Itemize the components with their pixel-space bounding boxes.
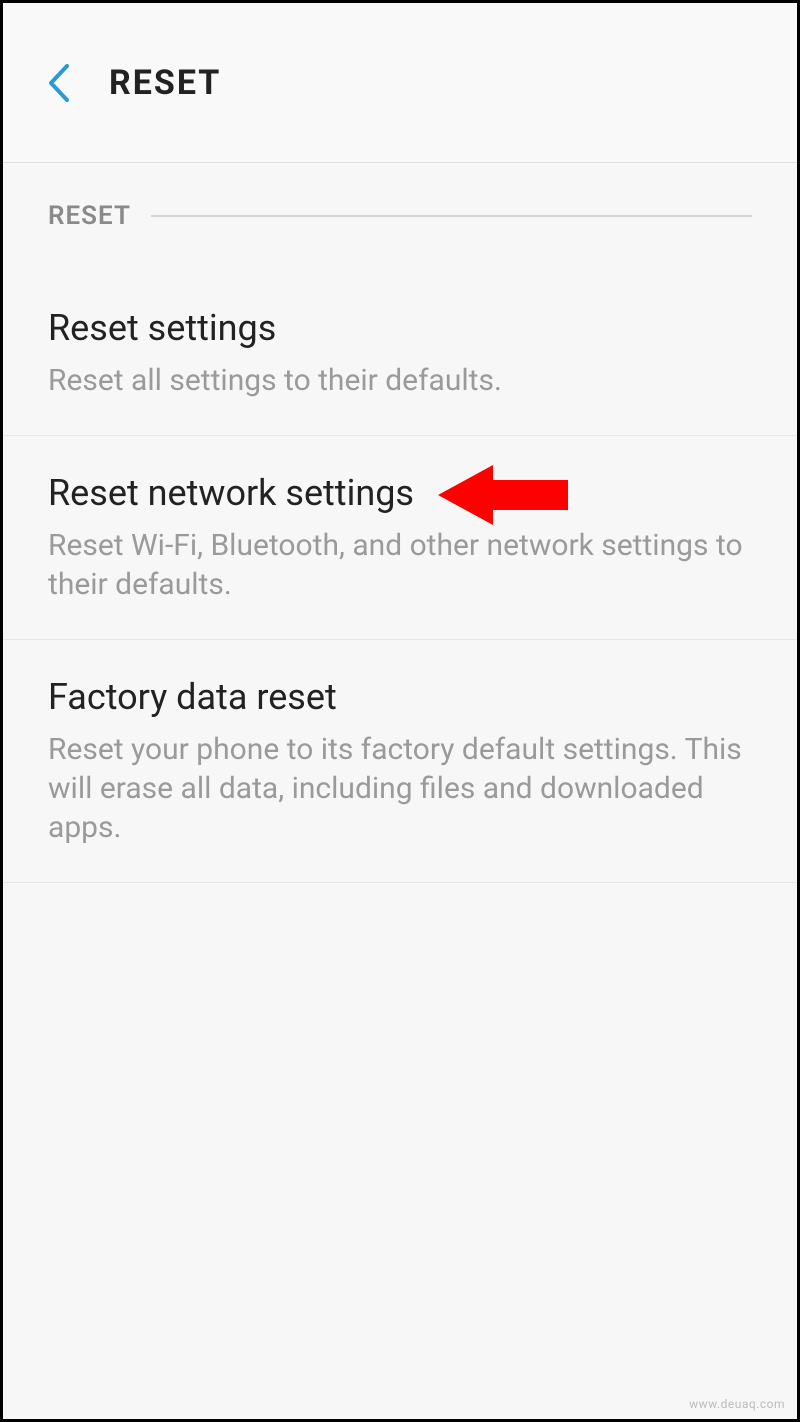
page-title: RESET: [109, 63, 221, 103]
item-desc: Reset all settings to their defaults.: [48, 361, 752, 400]
back-icon[interactable]: [45, 62, 71, 104]
item-title: Reset settings: [48, 306, 752, 351]
list-item-reset-network-settings[interactable]: Reset network settings Reset Wi-Fi, Blue…: [3, 436, 797, 640]
list-item-factory-data-reset[interactable]: Factory data reset Reset your phone to i…: [3, 640, 797, 883]
section-header: RESET: [3, 163, 797, 231]
header-bar: RESET: [3, 3, 797, 163]
item-desc: Reset your phone to its factory default …: [48, 730, 752, 847]
section-divider: [151, 215, 752, 217]
watermark-text: www.deuaq.com: [689, 1397, 785, 1411]
item-title: Reset network settings: [48, 471, 752, 516]
item-title: Factory data reset: [48, 675, 752, 720]
section-label: RESET: [48, 201, 131, 231]
item-desc: Reset Wi-Fi, Bluetooth, and other networ…: [48, 526, 752, 604]
list-item-reset-settings[interactable]: Reset settings Reset all settings to the…: [3, 271, 797, 436]
settings-list: Reset settings Reset all settings to the…: [3, 231, 797, 883]
